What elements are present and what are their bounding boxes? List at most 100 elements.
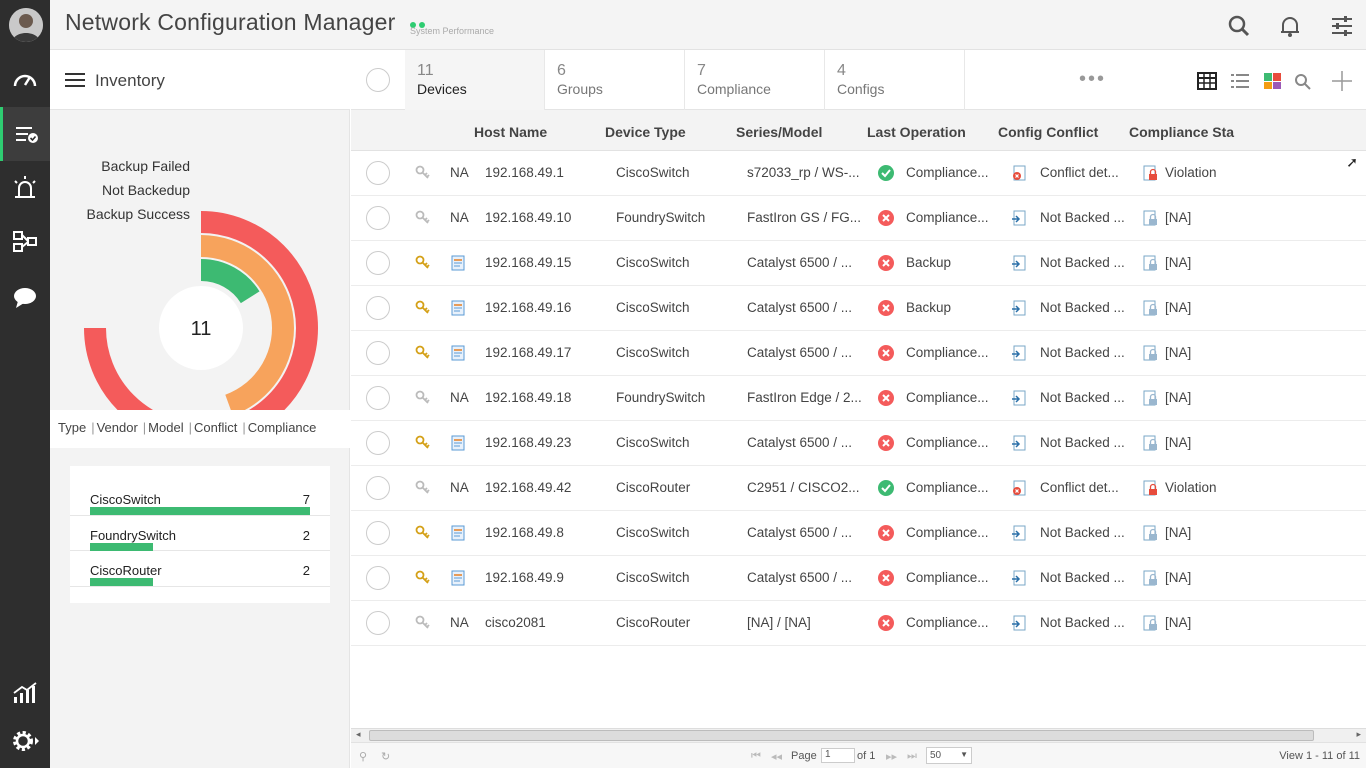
config-file-icon[interactable]	[450, 570, 466, 586]
tab-model[interactable]: Model	[148, 420, 183, 435]
row-select-checkbox[interactable]	[366, 296, 390, 320]
alarms-icon[interactable]	[0, 161, 50, 215]
tab-conflict[interactable]: Conflict	[194, 420, 237, 435]
config-file-icon[interactable]	[450, 525, 466, 541]
page-number-input[interactable]: 1	[821, 748, 855, 763]
credential-key-icon[interactable]	[415, 210, 431, 226]
column-header[interactable]: Config Conflict	[998, 124, 1098, 140]
host-name-cell[interactable]: 192.168.49.17	[485, 345, 571, 360]
config-file-icon[interactable]	[450, 345, 466, 361]
credential-key-icon[interactable]	[415, 480, 431, 496]
tab-groups[interactable]: 6 Groups	[545, 50, 685, 110]
next-page-icon[interactable]: ▸▸	[886, 750, 897, 763]
add-device-icon[interactable]	[1331, 70, 1353, 92]
user-avatar[interactable]	[9, 8, 43, 42]
table-search-icon[interactable]	[1293, 72, 1313, 90]
row-select-checkbox[interactable]	[366, 611, 390, 635]
config-file-icon[interactable]	[450, 435, 466, 451]
network-map-icon[interactable]	[0, 215, 50, 269]
table-row[interactable]: 192.168.49.8 CiscoSwitch Catalyst 6500 /…	[351, 511, 1366, 556]
host-name-cell[interactable]: 192.168.49.16	[485, 300, 571, 315]
search-icon[interactable]	[1227, 14, 1251, 38]
config-file-icon[interactable]	[450, 300, 466, 316]
column-header[interactable]: Host Name	[474, 124, 547, 140]
row-select-checkbox[interactable]	[366, 161, 390, 185]
row-select-checkbox[interactable]	[366, 476, 390, 500]
row-select-checkbox[interactable]	[366, 251, 390, 275]
type-row[interactable]: FoundrySwitch 2	[70, 516, 330, 551]
credential-key-icon[interactable]	[415, 570, 431, 586]
host-name-cell[interactable]: 192.168.49.9	[485, 570, 564, 585]
column-header[interactable]: Last Operation	[867, 124, 966, 140]
column-header[interactable]: Series/Model	[736, 124, 822, 140]
row-select-checkbox[interactable]	[366, 566, 390, 590]
row-select-checkbox[interactable]	[366, 386, 390, 410]
table-row[interactable]: NA 192.168.49.18 FoundrySwitch FastIron …	[351, 376, 1366, 421]
credential-key-icon[interactable]	[415, 615, 431, 631]
reports-icon[interactable]	[0, 666, 50, 720]
credential-key-icon[interactable]	[415, 435, 431, 451]
host-name-cell[interactable]: 192.168.49.10	[485, 210, 571, 225]
select-all-checkbox[interactable]	[366, 68, 390, 92]
column-header[interactable]: Compliance Sta	[1129, 124, 1234, 140]
host-name-cell[interactable]: 192.168.49.1	[485, 165, 564, 180]
notification-bell-icon[interactable]	[1278, 14, 1302, 38]
tab-compliance[interactable]: Compliance	[248, 420, 317, 435]
host-name-cell[interactable]: 192.168.49.8	[485, 525, 564, 540]
filter-sliders-icon[interactable]	[1330, 14, 1354, 38]
table-view-icon[interactable]	[1197, 72, 1217, 90]
table-row[interactable]: NA 192.168.49.42 CiscoRouter C2951 / CIS…	[351, 466, 1366, 511]
row-select-checkbox[interactable]	[366, 521, 390, 545]
table-row[interactable]: 192.168.49.17 CiscoSwitch Catalyst 6500 …	[351, 331, 1366, 376]
credential-key-icon[interactable]	[415, 345, 431, 361]
search-toggle-icon[interactable]: ⚲	[359, 750, 367, 763]
table-row[interactable]: 192.168.49.16 CiscoSwitch Catalyst 6500 …	[351, 286, 1366, 331]
heatmap-view-icon[interactable]	[1263, 72, 1283, 90]
hamburger-menu-icon[interactable]	[65, 72, 85, 88]
scroll-left-icon[interactable]: ◂	[356, 729, 361, 740]
host-name-cell[interactable]: 192.168.49.42	[485, 480, 571, 495]
row-select-checkbox[interactable]	[366, 206, 390, 230]
row-select-checkbox[interactable]	[366, 341, 390, 365]
list-view-icon[interactable]	[1230, 72, 1250, 90]
settings-gear-icon[interactable]	[0, 714, 50, 768]
table-row[interactable]: 192.168.49.23 CiscoSwitch Catalyst 6500 …	[351, 421, 1366, 466]
tab-configs[interactable]: 4 Configs	[825, 50, 965, 110]
inventory-nav-icon[interactable]	[0, 107, 50, 161]
type-row[interactable]: CiscoSwitch 7	[70, 480, 330, 516]
tab-vendor[interactable]: Vendor	[97, 420, 138, 435]
tab-compliance-main[interactable]: 7 Compliance	[685, 50, 825, 110]
scroll-right-icon[interactable]: ▸	[1356, 729, 1361, 740]
last-page-icon[interactable]: ⏭	[907, 750, 917, 763]
table-row[interactable]: NA 192.168.49.1 CiscoSwitch s72033_rp / …	[351, 151, 1366, 196]
credential-key-icon[interactable]	[415, 525, 431, 541]
host-name-cell[interactable]: 192.168.49.15	[485, 255, 571, 270]
host-name-cell[interactable]: 192.168.49.23	[485, 435, 571, 450]
table-row[interactable]: 192.168.49.15 CiscoSwitch Catalyst 6500 …	[351, 241, 1366, 286]
rows-per-page-select[interactable]: 50 ▼	[926, 747, 972, 764]
chat-icon[interactable]	[0, 271, 50, 325]
tab-devices[interactable]: 11 Devices	[405, 50, 545, 110]
table-row[interactable]: NA 192.168.49.10 FoundrySwitch FastIron …	[351, 196, 1366, 241]
credential-key-icon[interactable]	[415, 165, 431, 181]
scrollbar-thumb[interactable]	[369, 730, 1314, 741]
credential-key-icon[interactable]	[415, 255, 431, 271]
row-select-checkbox[interactable]	[366, 431, 390, 455]
system-performance-label[interactable]: System Performance	[410, 26, 494, 36]
horizontal-scrollbar[interactable]: ◂ ▸	[351, 728, 1366, 742]
first-page-icon[interactable]: ⏮	[751, 750, 761, 763]
credential-key-icon[interactable]	[415, 300, 431, 316]
host-name-cell[interactable]: cisco2081	[485, 615, 546, 630]
tab-type[interactable]: Type	[58, 420, 86, 435]
config-file-icon[interactable]	[450, 255, 466, 271]
host-name-cell[interactable]: 192.168.49.18	[485, 390, 571, 405]
type-row[interactable]: CiscoRouter 2	[70, 551, 330, 587]
table-row[interactable]: 192.168.49.9 CiscoSwitch Catalyst 6500 /…	[351, 556, 1366, 601]
table-row[interactable]: NA cisco2081 CiscoRouter [NA] / [NA] Com…	[351, 601, 1366, 646]
prev-page-icon[interactable]: ◂◂	[771, 750, 782, 763]
column-header[interactable]: Device Type	[605, 124, 686, 140]
more-options-icon[interactable]: •••	[1079, 68, 1106, 91]
refresh-icon[interactable]: ↻	[381, 750, 390, 763]
credential-key-icon[interactable]	[415, 390, 431, 406]
dashboard-icon[interactable]	[0, 52, 50, 106]
